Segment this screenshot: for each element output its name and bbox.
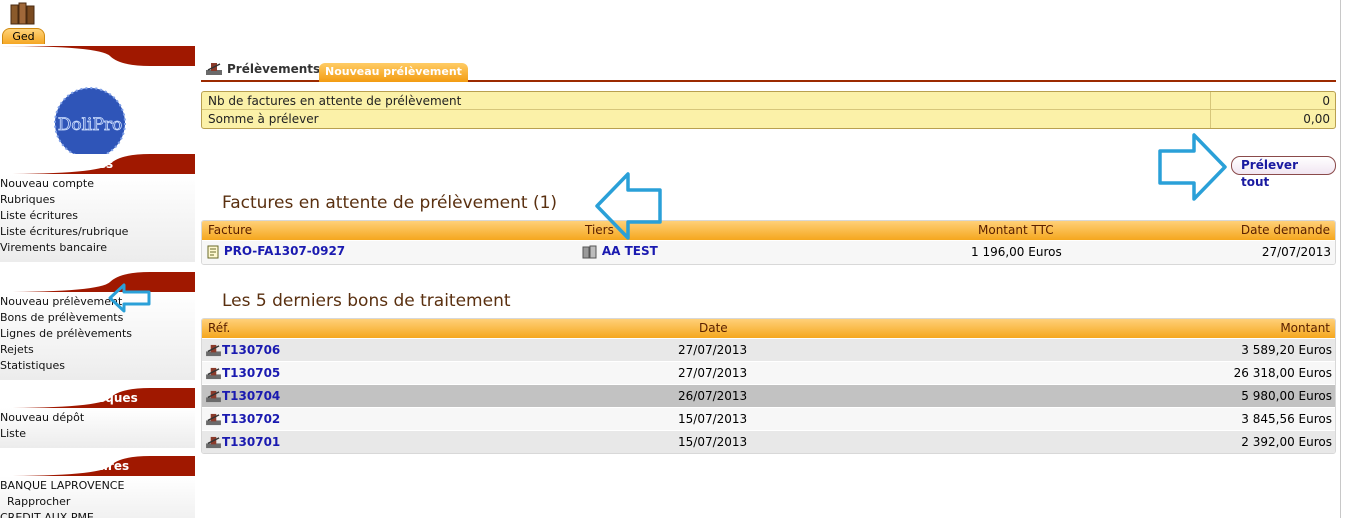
annotation-arrow-right-icon [1158,133,1227,201]
menu-item-virements-bancaire[interactable]: Virements bancaire [0,240,195,256]
bons-table: Réf. Date Montant T130706 27/07/2013 3 5… [201,318,1336,454]
bon-ref-link[interactable]: T130701 [222,435,280,449]
header-date[interactable]: Date [699,321,728,335]
table-row: T130701 15/07/2013 2 392,00 Euros [202,430,1335,453]
company-icon [582,245,597,258]
top-bar: Ged [0,0,1346,46]
menu-item-lignes-prelevements[interactable]: Lignes de prélèvements [0,326,195,342]
montant-cell: 3 589,20 Euros [1241,343,1332,357]
menu-section-title: Comptes bancaires [0,459,130,473]
bon-ref-link[interactable]: T130702 [222,412,280,426]
stamp-icon [206,344,221,357]
books-icon[interactable] [10,2,36,26]
menu-item-banque-laprovence[interactable]: BANQUE LAPROVENCE [0,478,195,494]
summary-box: Nb de factures en attente de prélèvement… [201,91,1336,129]
menu-section-title: Prélèvements [0,275,94,289]
table-row: T130704 26/07/2013 5 980,00 Euros [202,384,1335,407]
stamp-icon [206,390,221,403]
date-cell: 27/07/2013 [678,343,748,357]
menu-item-rapprocher[interactable]: Rapprocher [0,494,195,510]
menu-section-prelevements: Prélèvements Nouveau prélèvement Bons de… [0,272,195,380]
summary-value: 0 [1322,94,1330,108]
date-cell: 26/07/2013 [678,389,748,403]
bon-ref-link[interactable]: T130705 [222,366,280,380]
menu-section-title: Remises de chèques [0,391,138,405]
menu-item-credit-aux-pme[interactable]: CREDIT AUX PME [0,510,195,518]
montant-cell: 3 845,56 Euros [1241,412,1332,426]
menu-section-title: Banques/Caisses [0,157,114,171]
tab-label: Prélèvements [227,62,321,76]
svg-text:DoliPro: DoliPro [58,115,123,135]
ged-tab[interactable]: Ged [2,28,45,44]
header-ref[interactable]: Réf. [208,321,230,335]
header-facture[interactable]: Facture [208,223,252,237]
menu-item-liste-ecritures-rubrique[interactable]: Liste écritures/rubrique [0,224,195,240]
prelever-tout-button[interactable]: Prélever tout [1231,156,1336,189]
stamp-icon [206,413,221,426]
invoice-icon [207,245,219,258]
stamp-icon [206,436,221,449]
menu-item-nouveau-compte[interactable]: Nouveau compte [0,176,195,192]
menu-item-rejets[interactable]: Rejets [0,342,195,358]
header-montant[interactable]: Montant [1280,321,1330,335]
header-date-demande[interactable]: Date demande [1241,223,1330,237]
tab-bar: Prélèvements Nouveau prélèvement [201,60,1336,82]
table-row: T130706 27/07/2013 3 589,20 Euros [202,338,1335,361]
bon-ref-link[interactable]: T130704 [222,389,280,403]
montant-cell: 26 318,00 Euros [1233,366,1332,380]
summary-label: Somme à prélever [202,110,1211,128]
menu-item-liste[interactable]: Liste [0,426,195,442]
summary-row: Nb de factures en attente de prélèvement… [202,92,1335,110]
tab-nouveau-prelevement[interactable]: Nouveau prélèvement [319,63,468,82]
header-montant-ttc[interactable]: Montant TTC [978,223,1054,237]
bons-title: Les 5 derniers bons de traitement [222,291,511,311]
menu-item-liste-ecritures[interactable]: Liste écritures [0,208,195,224]
summary-row: Somme à prélever 0,00 [202,110,1335,128]
annotation-arrow-left-icon [595,172,662,240]
menu-section-remises: Remises de chèques Nouveau dépôt Liste [0,388,195,448]
montant-cell: 5 980,00 Euros [1241,389,1332,403]
date-cell: 15/07/2013 [678,435,748,449]
left-menu: DoliPro Banques/Caisses Nouveau compte R… [0,46,195,518]
menu-section-comptes: Comptes bancaires BANQUE LAPROVENCE Rapp… [0,456,195,518]
date-cell: 27/07/2013 [1261,245,1331,259]
montant-cell: 2 392,00 Euros [1241,435,1332,449]
menu-item-nouveau-depot[interactable]: Nouveau dépôt [0,410,195,426]
logo-area: DoliPro [0,66,195,159]
table-row: PRO-FA1307-0927 AA TEST 1 196,00 Euros 2… [202,240,1335,264]
menu-item-nouveau-prelevement[interactable]: Nouveau prélèvement [0,294,195,310]
stamp-icon [206,63,222,75]
table-row: T130702 15/07/2013 3 845,56 Euros [202,407,1335,430]
bon-ref-link[interactable]: T130706 [222,343,280,357]
page-right-border [1340,0,1341,518]
menu-logo-header [0,46,195,66]
menu-item-statistiques[interactable]: Statistiques [0,358,195,374]
annotation-arrow-left-icon [108,283,151,313]
summary-value: 0,00 [1303,112,1330,126]
table-header: Réf. Date Montant [202,319,1335,338]
date-cell: 15/07/2013 [678,412,748,426]
stamp-icon [206,367,221,380]
invoice-link[interactable]: PRO-FA1307-0927 [224,244,345,258]
menu-section-banques: Banques/Caisses Nouveau compte Rubriques… [0,154,195,262]
date-cell: 27/07/2013 [678,366,748,380]
tiers-link[interactable]: AA TEST [602,244,658,258]
menu-item-rubriques[interactable]: Rubriques [0,192,195,208]
table-header: Facture Tiers Montant TTC Date demande [202,221,1335,240]
tab-prelevements[interactable]: Prélèvements [205,62,320,76]
pending-table: Facture Tiers Montant TTC Date demande P… [201,220,1336,265]
montant-cell: 1 196,00 Euros [971,245,1062,259]
pending-title: Factures en attente de prélèvement (1) [222,193,558,213]
company-logo: DoliPro [54,87,126,159]
table-row: T130705 27/07/2013 26 318,00 Euros [202,361,1335,384]
menu-item-bons-prelevements[interactable]: Bons de prélèvements [0,310,195,326]
main-content: Prélèvements Nouveau prélèvement Nb de f… [201,60,1336,454]
summary-label: Nb de factures en attente de prélèvement [202,92,1211,109]
